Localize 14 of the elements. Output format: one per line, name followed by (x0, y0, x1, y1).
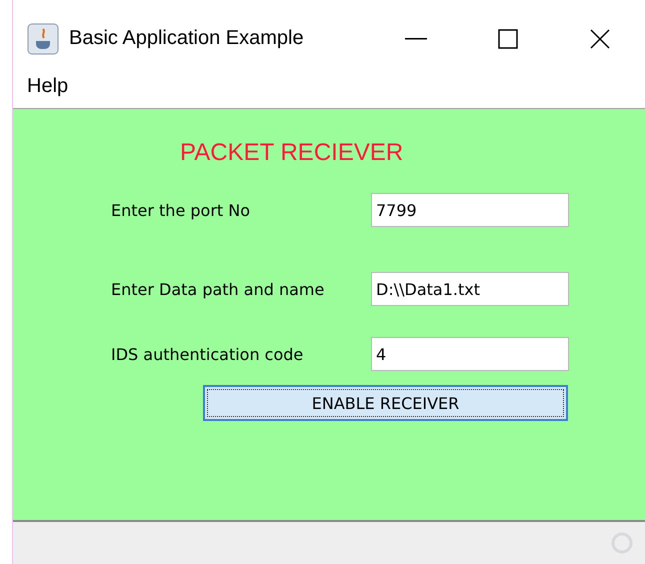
enable-receiver-button[interactable]: ENABLE RECEIVER (203, 385, 568, 421)
field-label: IDS authentication code (111, 344, 304, 364)
menu-item[interactable]: Help (27, 75, 68, 98)
heading: PACKET RECIEVER (180, 139, 404, 168)
field-label: Enter the port No (111, 200, 252, 220)
input-field[interactable]: 7799 (371, 193, 569, 227)
app-icon (27, 22, 59, 54)
maximize-icon (498, 28, 518, 48)
input-field[interactable]: 4 (371, 337, 569, 371)
input-field[interactable]: D:\\Data1.txt (371, 272, 569, 306)
minimize-icon (405, 38, 427, 40)
window-title: Basic Application Example (69, 27, 305, 50)
field-label: Enter Data path and name (111, 280, 326, 298)
close-icon (590, 28, 610, 48)
